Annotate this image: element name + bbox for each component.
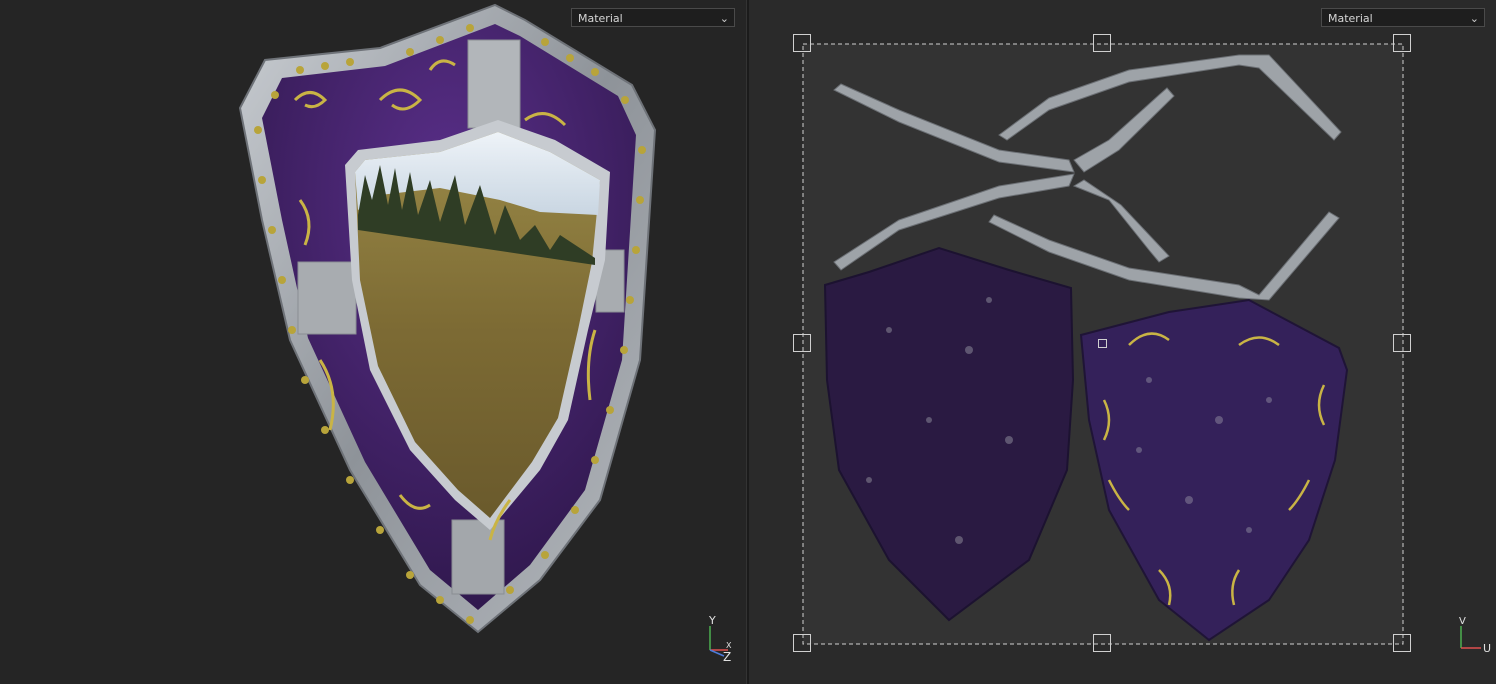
- viewport-2d-uv[interactable]: Material ⌄ V U: [749, 0, 1496, 684]
- transform-handle-icon[interactable]: [1093, 34, 1111, 52]
- material-dropdown-3d[interactable]: Material ⌄: [571, 8, 735, 27]
- material-dropdown-label: Material: [1328, 12, 1373, 25]
- transform-handle-icon[interactable]: [1393, 634, 1411, 652]
- shield-3d-render: [238, 3, 657, 634]
- transform-handle-icon[interactable]: [793, 334, 811, 352]
- axis-u-label: U: [1483, 642, 1491, 655]
- transform-handle-icon[interactable]: [793, 34, 811, 52]
- axis-v-label: V: [1459, 616, 1466, 627]
- axis-y-label: Y: [708, 614, 716, 627]
- chevron-down-icon: ⌄: [1469, 12, 1479, 25]
- viewport-3d[interactable]: Material ⌄ Y X Z: [0, 0, 746, 684]
- transform-handle-icon[interactable]: [1093, 634, 1111, 652]
- transform-pivot-icon[interactable]: [1098, 339, 1107, 348]
- transform-handle-icon[interactable]: [1393, 34, 1411, 52]
- axis-z-label: Z: [723, 650, 731, 662]
- material-dropdown-label: Material: [578, 12, 623, 25]
- chevron-down-icon: ⌄: [719, 12, 729, 25]
- uv-axis-gizmo-icon: V U: [1459, 616, 1491, 655]
- material-dropdown-2d[interactable]: Material ⌄: [1321, 8, 1485, 27]
- axis-x-label: X: [726, 641, 732, 650]
- transform-handle-icon[interactable]: [793, 634, 811, 652]
- uv-layout-canvas: [802, 43, 1404, 645]
- axis-gizmo-icon: Y X Z: [708, 614, 732, 662]
- transform-handle-icon[interactable]: [1393, 334, 1411, 352]
